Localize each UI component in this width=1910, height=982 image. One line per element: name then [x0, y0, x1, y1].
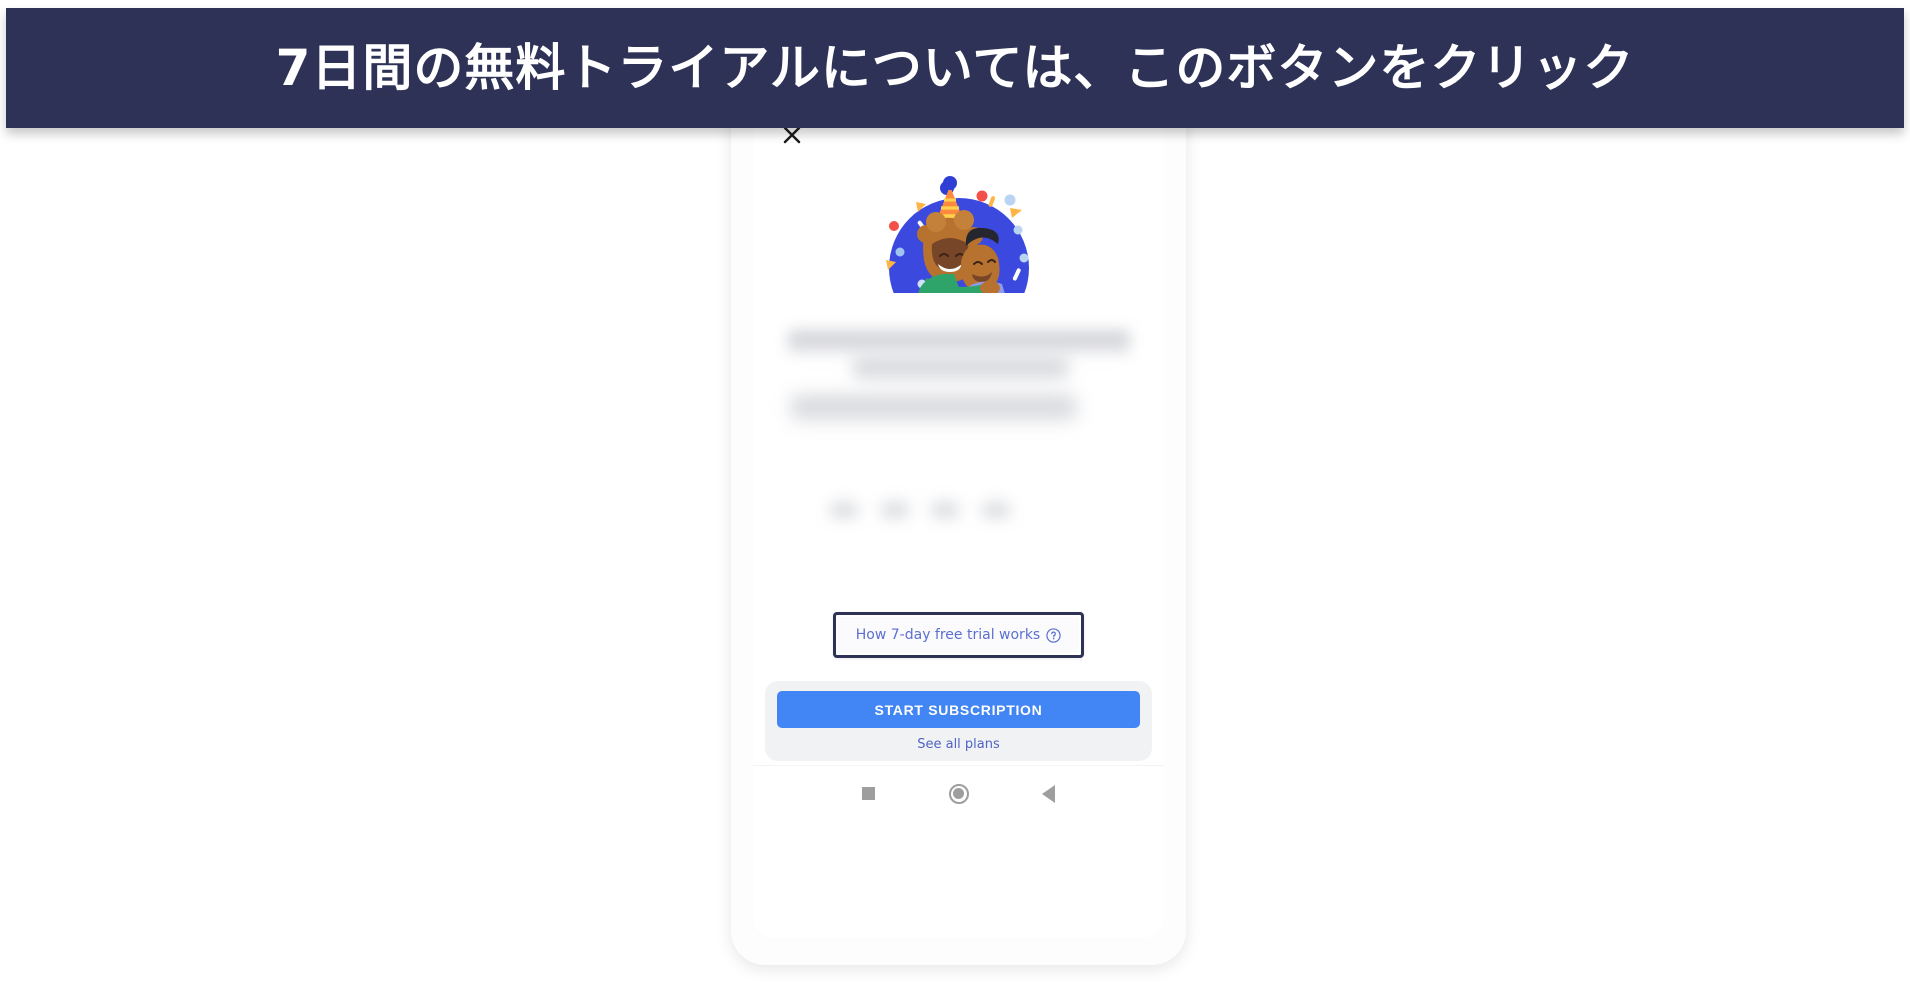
phone-mockup-frame: How 7-day free trial works START SUBSCRI… [731, 100, 1186, 965]
annotation-highlight-box: How 7-day free trial works [832, 612, 1085, 658]
redacted-text-line [788, 330, 1130, 356]
celebrating-couple-illustration [864, 160, 1054, 320]
android-navigation-bar [753, 765, 1164, 821]
back-button[interactable] [1004, 784, 1094, 803]
square-recents-icon [862, 787, 875, 800]
redacted-chip [881, 503, 908, 517]
screenshot-root: 7日間の無料トライアルについては、このボタンをクリック How 7-day fr… [0, 0, 1910, 982]
how-free-trial-works-label: How 7-day free trial works [855, 627, 1041, 643]
annotation-banner-text: 7日間の無料トライアルについては、このボタンをクリック [275, 38, 1635, 97]
see-all-plans-link[interactable]: See all plans [777, 737, 1140, 752]
start-subscription-button[interactable]: START SUBSCRIPTION [777, 691, 1140, 728]
recents-button[interactable] [824, 787, 914, 800]
how-free-trial-works-button[interactable]: How 7-day free trial works [837, 617, 1080, 653]
triangle-back-icon [1042, 784, 1055, 803]
home-button[interactable] [914, 783, 1004, 804]
redacted-chip [831, 503, 857, 517]
phone-screen: How 7-day free trial works START SUBSCRI… [753, 100, 1164, 938]
redacted-chip [932, 503, 959, 517]
hero-illustration [753, 155, 1164, 320]
subscription-cta-card: START SUBSCRIPTION See all plans [765, 681, 1152, 761]
question-mark-circle-icon [1046, 627, 1061, 643]
redacted-options-row [831, 485, 1009, 535]
annotation-banner: 7日間の無料トライアルについては、このボタンをクリック [6, 8, 1904, 128]
redacted-chip [982, 503, 1009, 517]
circle-home-icon [948, 783, 969, 804]
trial-info-wrapper: How 7-day free trial works [753, 612, 1164, 658]
redacted-text-line [791, 396, 1076, 424]
redacted-text-line [853, 358, 1068, 382]
